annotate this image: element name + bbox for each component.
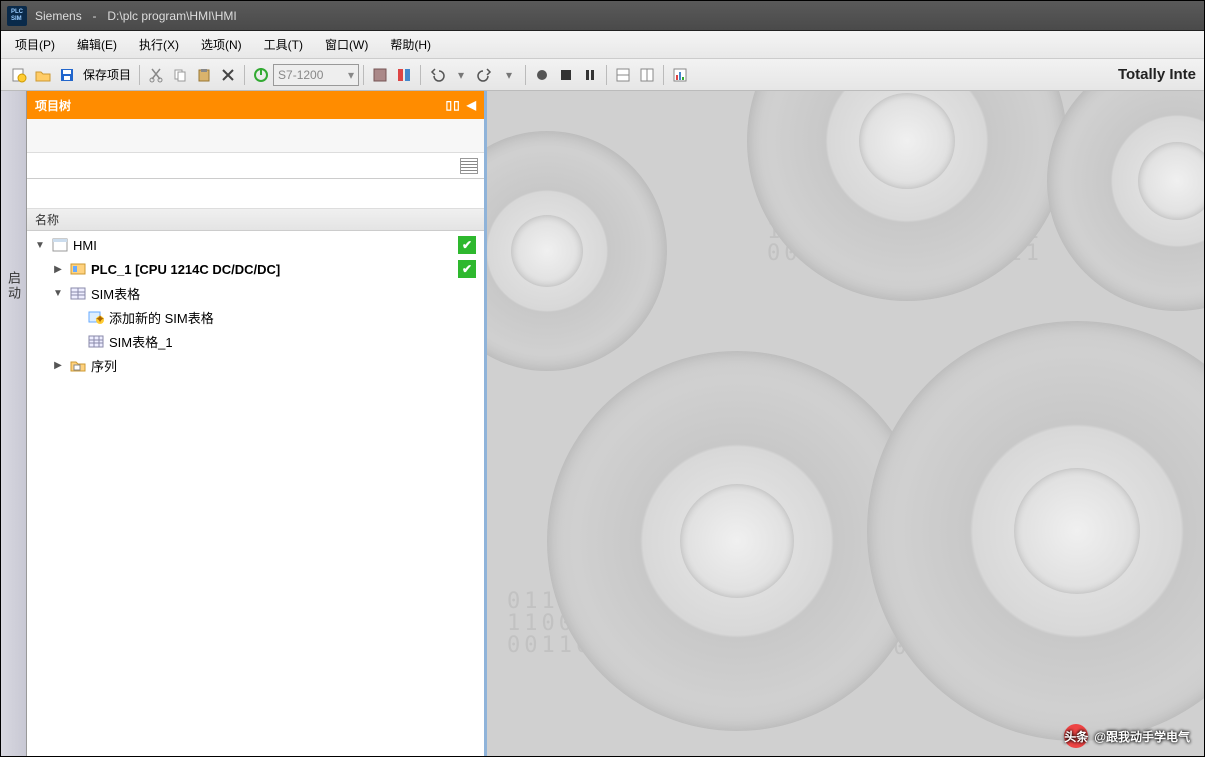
sequence-folder-icon bbox=[69, 357, 87, 373]
menu-tools[interactable]: 工具(T) bbox=[258, 32, 309, 57]
gear-decoration bbox=[1047, 91, 1204, 311]
watermark: 头条 @跟我动手学电气 bbox=[1064, 724, 1190, 748]
panel-gap bbox=[27, 179, 484, 209]
add-table-icon: ✦ bbox=[87, 309, 105, 325]
separator bbox=[663, 65, 664, 85]
undo-button[interactable] bbox=[426, 64, 448, 86]
main-area: 启动 项目树 ▯▯ ◀ 名称 ▼ HMI bbox=[1, 91, 1204, 756]
cut-button[interactable] bbox=[145, 64, 167, 86]
project-path: D:\plc program\HMI\HMI bbox=[107, 9, 236, 23]
filter-icon[interactable] bbox=[460, 158, 478, 174]
project-tree-panel: 项目树 ▯▯ ◀ 名称 ▼ HMI ✔ bbox=[27, 91, 487, 756]
side-tab-start[interactable]: 启动 bbox=[4, 271, 23, 301]
separator bbox=[420, 65, 421, 85]
record-button[interactable] bbox=[531, 64, 553, 86]
tree-label: SIM表格_1 bbox=[109, 332, 480, 351]
device-dropdown[interactable]: S7-1200 ▾ bbox=[273, 64, 359, 86]
chart-button[interactable] bbox=[669, 64, 691, 86]
tree-column-header: 名称 bbox=[27, 209, 484, 231]
device-dropdown-value: S7-1200 bbox=[278, 68, 323, 82]
split-v-button[interactable] bbox=[636, 64, 658, 86]
gear-decoration bbox=[747, 91, 1067, 301]
tree-label: SIM表格 bbox=[91, 284, 480, 303]
gear-decoration bbox=[487, 131, 667, 371]
separator bbox=[525, 65, 526, 85]
panel-header: 项目树 ▯▯ ◀ bbox=[27, 91, 484, 119]
tree-container: 名称 ▼ HMI ✔ ▶ PLC_1 [CP bbox=[27, 209, 484, 756]
new-project-button[interactable] bbox=[8, 64, 30, 86]
panel-filter-bar bbox=[27, 153, 484, 179]
gear-decoration bbox=[867, 321, 1204, 741]
tree-row-plc[interactable]: ▶ PLC_1 [CPU 1214C DC/DC/DC] ✔ bbox=[27, 257, 484, 281]
svg-text:✦: ✦ bbox=[95, 312, 104, 324]
panel-toolbar-spacer bbox=[27, 119, 484, 153]
copy-button[interactable] bbox=[169, 64, 191, 86]
panel-columns-icon[interactable]: ▯▯ bbox=[446, 98, 461, 112]
app-title: Siemens - D:\plc program\HMI\HMI bbox=[35, 8, 237, 23]
expand-toggle-icon[interactable]: ▶ bbox=[51, 262, 65, 276]
separator bbox=[139, 65, 140, 85]
open-project-button[interactable] bbox=[32, 64, 54, 86]
brand-text: Totally Inte bbox=[1118, 66, 1204, 83]
power-button[interactable] bbox=[250, 64, 272, 86]
tree-row-root[interactable]: ▼ HMI ✔ bbox=[27, 233, 484, 257]
tree-row-sequence[interactable]: ▶ 序列 bbox=[27, 353, 484, 377]
split-h-button[interactable] bbox=[612, 64, 634, 86]
watermark-text: @跟我动手学电气 bbox=[1094, 728, 1190, 745]
expand-toggle-icon[interactable]: ▼ bbox=[51, 286, 65, 300]
view-button-2[interactable] bbox=[393, 64, 415, 86]
save-label: 保存项目 bbox=[79, 66, 135, 83]
separator bbox=[363, 65, 364, 85]
pause-button[interactable] bbox=[579, 64, 601, 86]
panel-collapse-icon[interactable]: ◀ bbox=[467, 98, 476, 112]
redo-menu-button[interactable]: ▾ bbox=[498, 64, 520, 86]
table-folder-icon bbox=[69, 285, 87, 301]
tree-label: HMI bbox=[73, 238, 458, 253]
side-tab-bar: 启动 bbox=[1, 91, 27, 756]
chevron-down-icon: ▾ bbox=[348, 68, 354, 82]
check-icon: ✔ bbox=[458, 236, 476, 254]
tree-row-sim-tables[interactable]: ▼ SIM表格 bbox=[27, 281, 484, 305]
tree-row-add-sim[interactable]: ✦ 添加新的 SIM表格 bbox=[27, 305, 484, 329]
project-icon bbox=[51, 237, 69, 253]
paste-button[interactable] bbox=[193, 64, 215, 86]
title-bar: PLCSIM Siemens - D:\plc program\HMI\HMI bbox=[1, 1, 1204, 31]
delete-button[interactable] bbox=[217, 64, 239, 86]
chevron-down-icon: ▾ bbox=[458, 68, 464, 82]
toolbar: 保存项目 S7-1200 ▾ ▾ ▾ bbox=[1, 59, 1204, 91]
app-logo-icon: PLCSIM bbox=[7, 6, 27, 26]
menu-bar: 项目(P) 编辑(E) 执行(X) 选项(N) 工具(T) 窗口(W) 帮助(H… bbox=[1, 31, 1204, 59]
panel-title: 项目树 bbox=[35, 97, 71, 114]
table-icon bbox=[87, 333, 105, 349]
tree-label: PLC_1 [CPU 1214C DC/DC/DC] bbox=[91, 262, 458, 277]
app-name: Siemens bbox=[35, 9, 82, 23]
chevron-down-icon: ▾ bbox=[506, 68, 512, 82]
expand-toggle-icon[interactable]: ▶ bbox=[51, 358, 65, 372]
tree-label: 序列 bbox=[91, 356, 480, 375]
menu-edit[interactable]: 编辑(E) bbox=[71, 32, 123, 57]
menu-options[interactable]: 选项(N) bbox=[195, 32, 248, 57]
stop-button[interactable] bbox=[555, 64, 577, 86]
check-icon: ✔ bbox=[458, 260, 476, 278]
menu-execute[interactable]: 执行(X) bbox=[133, 32, 185, 57]
redo-button[interactable] bbox=[474, 64, 496, 86]
tree-row-sim-table-1[interactable]: SIM表格_1 bbox=[27, 329, 484, 353]
project-tree: ▼ HMI ✔ ▶ PLC_1 [CPU 1214C DC/DC/DC] ✔ bbox=[27, 231, 484, 379]
undo-menu-button[interactable]: ▾ bbox=[450, 64, 472, 86]
menu-help[interactable]: 帮助(H) bbox=[384, 32, 437, 57]
separator bbox=[606, 65, 607, 85]
expand-toggle-icon[interactable]: ▼ bbox=[33, 238, 47, 252]
menu-project[interactable]: 项目(P) bbox=[9, 32, 61, 57]
view-button-1[interactable] bbox=[369, 64, 391, 86]
menu-window[interactable]: 窗口(W) bbox=[319, 32, 374, 57]
separator bbox=[244, 65, 245, 85]
watermark-icon: 头条 bbox=[1064, 724, 1088, 748]
plc-icon bbox=[69, 261, 87, 277]
save-button[interactable] bbox=[56, 64, 78, 86]
tree-label: 添加新的 SIM表格 bbox=[109, 308, 480, 327]
content-area: 10011001100110010011001100110011 0110011… bbox=[487, 91, 1204, 756]
title-sep: - bbox=[93, 9, 97, 23]
